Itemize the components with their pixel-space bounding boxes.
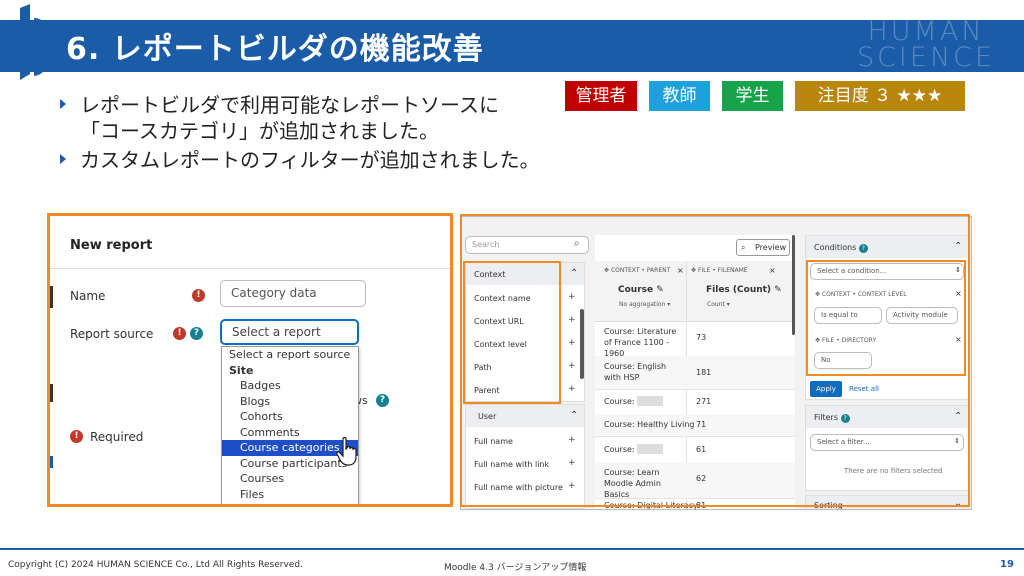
logo-mark-icon	[20, 4, 49, 80]
search-input[interactable]: Search	[465, 236, 589, 254]
copyright: Copyright (C) 2024 HUMAN SCIENCE Co., Lt…	[8, 560, 303, 570]
new-report-screenshot: New report Name ! Category data Report s…	[47, 213, 453, 507]
dialog-title: New report	[70, 238, 153, 253]
table-row: Course: Literature of France 1100 - 1960…	[595, 321, 795, 358]
plus-icon[interactable]: +	[568, 481, 576, 491]
scrollbar[interactable]	[580, 309, 584, 379]
highlight-box	[463, 261, 561, 404]
name-label: Name	[70, 289, 106, 303]
preview-button[interactable]: ⌕ Preview	[736, 239, 790, 256]
required-icon: !	[70, 430, 83, 443]
bullet-arrow-icon	[60, 99, 66, 109]
sorting-panel: Sorting ⌄	[805, 495, 969, 510]
name-input[interactable]: Category data	[220, 280, 366, 307]
plus-icon[interactable]: +	[568, 384, 576, 394]
plus-icon[interactable]: +	[568, 338, 576, 348]
plus-icon[interactable]: +	[568, 315, 576, 325]
tag-teacher: 教師	[649, 81, 710, 111]
tag-student: 学生	[722, 81, 783, 111]
search-icon[interactable]: ⌕	[574, 238, 580, 249]
column-path: ✥ CONTEXT • PARENT	[604, 267, 671, 274]
sorting-title: Sorting	[814, 501, 843, 510]
dropdown-option[interactable]: Badges	[222, 378, 358, 394]
user-item[interactable]: Full name	[474, 437, 513, 446]
user-panel: User ⌃ Full name + Full name with link +…	[465, 404, 585, 509]
apply-button[interactable]: Apply	[810, 381, 842, 397]
report-source-dropdown: Select a report source Site Badges Blogs…	[221, 346, 359, 504]
chevron-up-icon[interactable]: ⌃	[954, 241, 962, 252]
chevron-up-icon[interactable]: ⌃	[570, 410, 578, 421]
plus-icon[interactable]: +	[568, 458, 576, 468]
aggregation-select[interactable]: Count ▾	[707, 301, 730, 308]
filters-title: Filters ?	[814, 413, 850, 423]
highlight-box	[806, 260, 966, 376]
dropdown-option[interactable]: Cohorts	[222, 409, 358, 425]
no-filters-text: There are no filters selected	[844, 467, 943, 475]
hand-cursor-icon	[336, 437, 357, 466]
chevron-up-icon[interactable]: ⌃	[954, 411, 962, 422]
slide-title: 6. レポートビルダの機能改善	[66, 32, 484, 67]
bullet-arrow-icon	[60, 154, 66, 164]
tag-admin: 管理者	[565, 81, 637, 111]
user-header: User	[478, 412, 497, 421]
chevron-up-icon[interactable]: ⌃	[570, 268, 578, 279]
close-icon[interactable]: ×	[677, 266, 684, 275]
report-source-label: Report source	[70, 327, 154, 341]
user-item[interactable]: Full name with picture	[474, 483, 563, 492]
footer-line	[0, 548, 1024, 550]
dropdown-option[interactable]: Select a report source	[222, 347, 358, 363]
search-icon: ⌕	[741, 243, 746, 252]
table-row: Course: Digital Literacy 81	[604, 501, 707, 510]
filters-panel: Filters ? ⌃ Select a filter... ⇕ There a…	[805, 405, 969, 491]
plus-icon[interactable]: +	[568, 435, 576, 445]
table-row: Course: 271	[595, 389, 795, 415]
brand-logo: HUMAN SCIENCE	[856, 16, 996, 73]
help-icon[interactable]: ?	[840, 414, 850, 423]
select-arrow-icon: ⇕	[954, 437, 960, 445]
redacted-block	[637, 444, 663, 454]
required-icon: !	[173, 327, 186, 340]
help-icon[interactable]: ?	[376, 394, 389, 407]
table-row: Course: Learn Moodle Admin Basics 62	[595, 462, 795, 499]
filter-select[interactable]: Select a filter...	[810, 434, 964, 451]
user-item[interactable]: Full name with link	[474, 460, 549, 469]
required-icon: !	[192, 289, 205, 302]
reset-all-link[interactable]: Reset all	[849, 385, 879, 393]
column-title: Course ✎	[618, 285, 664, 295]
dropdown-option[interactable]: Courses	[222, 471, 358, 487]
redacted-block	[637, 396, 663, 406]
tag-attention: 注目度 ３ ★★★	[795, 81, 965, 111]
dropdown-option[interactable]: Blogs	[222, 394, 358, 410]
aggregation-select[interactable]: No aggregation ▾	[619, 301, 670, 308]
chevron-down-icon[interactable]: ⌄	[954, 498, 962, 509]
table-row: Course: English with HSP 181	[595, 356, 795, 390]
close-icon[interactable]: ×	[769, 266, 776, 275]
bullet-1: レポートビルダで利用可能なレポートソースに 「コースカテゴリ」が追加されました。	[60, 92, 499, 144]
footer-center: Moodle 4.3 バージョンアップ情報	[444, 563, 587, 573]
plus-icon[interactable]: +	[568, 361, 576, 371]
bullet-2: カスタムレポートのフィルターが追加されました。	[60, 147, 540, 173]
column-path: ✥ FILE • FILENAME	[691, 267, 748, 274]
required-legend: Required	[90, 430, 144, 444]
help-icon[interactable]: ?	[858, 244, 868, 253]
dropdown-group: Site	[229, 363, 254, 377]
dropdown-option[interactable]: Files	[222, 487, 358, 503]
table-body: Course: Literature of France 1100 - 1960…	[595, 321, 795, 509]
plus-icon[interactable]: +	[568, 292, 576, 302]
custom-report-screenshot: Search ⌕ Context ⌃ Context name + Contex…	[460, 216, 972, 510]
divider	[50, 268, 450, 269]
report-source-select[interactable]: Select a report source ⇕	[220, 319, 359, 362]
conditions-title: Conditions ?	[814, 243, 868, 253]
page-number: 19	[1000, 559, 1014, 570]
scrollbar[interactable]	[792, 235, 795, 335]
help-icon[interactable]: ?	[190, 327, 203, 340]
column-title: Files (Count) ✎	[706, 285, 782, 295]
table-row: Course: 61	[595, 436, 795, 463]
table-row: Course: Healthy Living 71	[595, 414, 795, 437]
